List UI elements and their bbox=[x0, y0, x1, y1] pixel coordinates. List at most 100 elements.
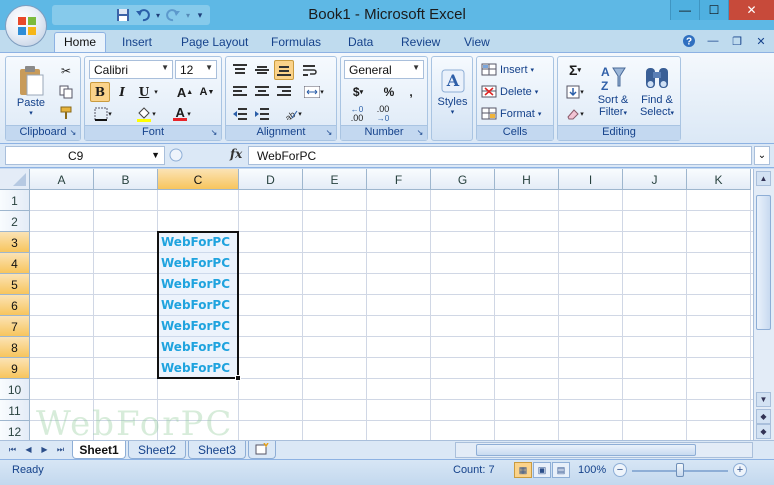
workbook-restore-icon[interactable]: ❐ bbox=[728, 33, 746, 49]
row-header-12[interactable]: 12 bbox=[0, 421, 30, 440]
row-header-10[interactable]: 10 bbox=[0, 379, 30, 400]
insert-cells-button[interactable]: Insert ▾ bbox=[481, 60, 534, 79]
align-right-icon[interactable] bbox=[274, 82, 294, 102]
horizontal-scrollbar[interactable] bbox=[455, 442, 753, 458]
sheet-tab-sheet1[interactable]: Sheet1 bbox=[72, 441, 126, 459]
maximize-button[interactable]: ☐ bbox=[699, 0, 728, 20]
find-select-button[interactable]: Find & Select▾ bbox=[636, 60, 678, 124]
bold-button[interactable]: B bbox=[90, 82, 110, 102]
name-box[interactable]: C9 ▼ bbox=[5, 146, 165, 165]
expand-formula-bar-icon[interactable]: ⌄ bbox=[754, 146, 770, 165]
worksheet-grid[interactable]: ABCDEFGHIJK 1 2 3 4 5 6 7 8 9 10 11 12 WebForPC WebF… bbox=[0, 169, 753, 440]
column-header-a[interactable]: A bbox=[30, 169, 94, 190]
delete-cells-button[interactable]: Delete ▾ bbox=[481, 82, 538, 101]
column-header-b[interactable]: B bbox=[94, 169, 158, 190]
row-header-5[interactable]: 5 bbox=[0, 274, 30, 295]
fill-button[interactable]: ▾ bbox=[562, 82, 588, 102]
underline-dropdown-icon[interactable]: ▾ bbox=[151, 82, 161, 102]
tab-formulas[interactable]: Formulas bbox=[271, 33, 321, 52]
scroll-up-icon[interactable]: ▲ bbox=[756, 171, 771, 186]
shrink-font-button[interactable]: A ▼ bbox=[197, 82, 217, 102]
sheet-tab-sheet2[interactable]: Sheet2 bbox=[128, 441, 186, 459]
copy-icon[interactable] bbox=[56, 82, 76, 102]
autosum-button[interactable]: Σ ▾ bbox=[562, 60, 588, 80]
grow-font-button[interactable]: A ▲ bbox=[175, 82, 195, 102]
row-header-8[interactable]: 8 bbox=[0, 337, 30, 358]
orientation-button[interactable]: ab ▾ bbox=[278, 104, 306, 124]
tab-page-layout[interactable]: Page Layout bbox=[181, 33, 248, 52]
close-button[interactable]: ✕ bbox=[728, 0, 774, 20]
align-bottom-icon[interactable] bbox=[274, 60, 294, 80]
align-left-icon[interactable] bbox=[230, 82, 250, 102]
currency-button[interactable]: $ ▾ bbox=[345, 82, 371, 102]
column-header-k[interactable]: K bbox=[687, 169, 751, 190]
decrease-decimal-button[interactable]: .00 →0 bbox=[371, 104, 395, 124]
tab-view[interactable]: View bbox=[464, 33, 490, 52]
first-sheet-icon[interactable]: ⏮ bbox=[6, 443, 19, 457]
workbook-close-icon[interactable]: ✕ bbox=[752, 33, 770, 49]
font-color-button[interactable]: A ▾ bbox=[167, 104, 197, 124]
align-center-icon[interactable] bbox=[252, 82, 272, 102]
increase-decimal-button[interactable]: ←0.00 bbox=[345, 104, 369, 124]
tab-home[interactable]: Home bbox=[54, 32, 107, 53]
column-header-i[interactable]: I bbox=[559, 169, 623, 190]
increase-indent-icon[interactable] bbox=[252, 104, 272, 124]
row-header-3[interactable]: 3 bbox=[0, 232, 30, 253]
row-header-1[interactable]: 1 bbox=[0, 190, 30, 211]
zoom-level[interactable]: 100% bbox=[578, 464, 606, 476]
sort-filter-button[interactable]: A Z Sort & Filter▾ bbox=[592, 60, 634, 124]
comma-button[interactable]: , bbox=[401, 82, 421, 102]
select-all-corner[interactable] bbox=[0, 169, 30, 190]
styles-button[interactable]: A Styles ▾ bbox=[434, 60, 471, 124]
prev-sheet-icon[interactable]: ◀ bbox=[22, 443, 35, 457]
column-header-g[interactable]: G bbox=[431, 169, 495, 190]
prev-page-icon[interactable]: ◆ bbox=[756, 409, 771, 424]
font-size-dropdown[interactable]: 12 ▼ bbox=[175, 60, 217, 79]
workbook-minimize-icon[interactable]: — bbox=[704, 33, 722, 49]
font-launcher-icon[interactable]: ↘ bbox=[209, 128, 219, 138]
fill-color-button[interactable]: ▾ bbox=[131, 104, 161, 124]
format-cells-button[interactable]: Format ▾ bbox=[481, 104, 541, 123]
page-break-view-icon[interactable]: ▤ bbox=[552, 462, 570, 478]
column-header-e[interactable]: E bbox=[303, 169, 367, 190]
insert-function-button[interactable]: fx bbox=[230, 147, 242, 161]
vertical-scrollbar[interactable]: ▲ ▼ ◆ ◆ bbox=[753, 169, 774, 440]
tab-review[interactable]: Review bbox=[401, 33, 440, 52]
help-icon[interactable]: ? bbox=[680, 33, 698, 49]
alignment-launcher-icon[interactable]: ↘ bbox=[324, 128, 334, 138]
formula-input[interactable]: WebForPC bbox=[248, 146, 752, 165]
fill-handle[interactable] bbox=[235, 375, 241, 381]
horizontal-scroll-thumb[interactable] bbox=[476, 444, 696, 456]
column-header-c[interactable]: C bbox=[158, 169, 239, 190]
row-header-2[interactable]: 2 bbox=[0, 211, 30, 232]
clipboard-launcher-icon[interactable]: ↘ bbox=[68, 128, 78, 138]
number-launcher-icon[interactable]: ↘ bbox=[415, 128, 425, 138]
vertical-scroll-thumb[interactable] bbox=[756, 195, 771, 330]
wrap-text-icon[interactable] bbox=[300, 60, 320, 80]
zoom-out-button[interactable]: − bbox=[613, 463, 627, 477]
align-middle-icon[interactable] bbox=[252, 60, 272, 80]
clear-button[interactable]: ▾ bbox=[562, 104, 588, 124]
column-header-d[interactable]: D bbox=[239, 169, 303, 190]
percent-button[interactable]: % bbox=[379, 82, 399, 102]
borders-button[interactable]: ▾ bbox=[90, 104, 116, 124]
cut-icon[interactable]: ✂ bbox=[56, 61, 76, 81]
row-header-11[interactable]: 11 bbox=[0, 400, 30, 421]
decrease-indent-icon[interactable] bbox=[230, 104, 250, 124]
paste-button[interactable]: Paste ▾ bbox=[10, 61, 52, 121]
office-button[interactable] bbox=[5, 5, 47, 47]
formula-bar-handle-icon[interactable] bbox=[168, 147, 184, 163]
tab-data[interactable]: Data bbox=[348, 33, 373, 52]
merge-center-button[interactable]: ▾ bbox=[300, 82, 328, 102]
align-top-icon[interactable] bbox=[230, 60, 250, 80]
last-sheet-icon[interactable]: ⏭ bbox=[54, 443, 67, 457]
next-page-icon[interactable]: ◆ bbox=[756, 424, 771, 439]
font-name-dropdown[interactable]: Calibri ▼ bbox=[89, 60, 173, 79]
number-format-dropdown[interactable]: General ▼ bbox=[344, 60, 424, 79]
page-layout-view-icon[interactable]: ▣ bbox=[533, 462, 551, 478]
normal-view-icon[interactable]: ▦ bbox=[514, 462, 532, 478]
format-painter-icon[interactable] bbox=[56, 103, 76, 123]
column-header-h[interactable]: H bbox=[495, 169, 559, 190]
tab-insert[interactable]: Insert bbox=[122, 33, 152, 52]
column-header-j[interactable]: J bbox=[623, 169, 687, 190]
